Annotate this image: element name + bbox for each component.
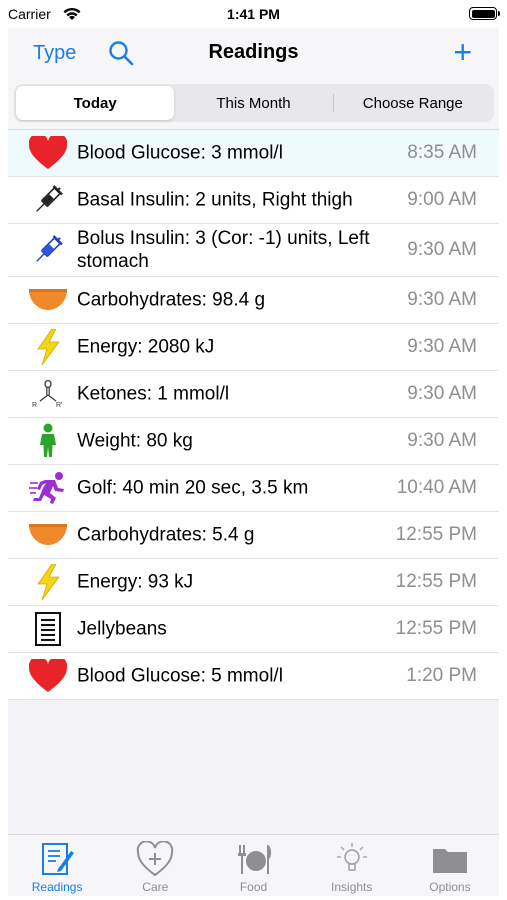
tab-bar: Readings Care Food Insights Options — [8, 834, 499, 896]
status-time: 1:41 PM — [227, 6, 280, 22]
readings-list: Blood Glucose: 3 mmol/l 8:35 AM Basal In… — [8, 130, 499, 700]
reading-label: Blood Glucose: 5 mmol/l — [77, 665, 283, 687]
status-bar: Carrier 1:41 PM — [0, 0, 507, 28]
reading-label: Jellybeans — [77, 618, 167, 640]
reading-time: 12:55 PM — [395, 571, 477, 592]
reading-time: 9:30 AM — [407, 383, 477, 404]
page-title: Readings — [208, 41, 299, 63]
tab-food[interactable]: Food — [204, 835, 302, 896]
heart-icon — [28, 135, 68, 171]
reading-label: Carbohydrates: 98.4 g — [77, 289, 266, 311]
reading-row[interactable]: Golf: 40 min 20 sec, 3.5 km 10:40 AM — [8, 465, 499, 512]
tab-options[interactable]: Options — [401, 835, 499, 896]
reading-row[interactable]: Weight: 80 kg 9:30 AM — [8, 418, 499, 465]
reading-label: Weight: 80 kg — [77, 430, 193, 452]
reading-row[interactable]: Jellybeans 12:55 PM — [8, 606, 499, 653]
heart-icon — [28, 658, 68, 694]
reading-row[interactable]: Blood Glucose: 5 mmol/l 1:20 PM — [8, 653, 499, 700]
ketone-r-prime-label: R' — [56, 402, 62, 409]
reading-label: Blood Glucose: 3 mmol/l — [77, 142, 283, 164]
reading-row[interactable]: Carbohydrates: 98.4 g 9:30 AM — [8, 277, 499, 324]
reading-row[interactable]: Bolus Insulin: 3 (Cor: -1) units, Left s… — [8, 224, 499, 277]
care-icon — [137, 841, 174, 877]
tab-label: Insights — [331, 880, 373, 894]
reading-time: 9:30 AM — [407, 336, 477, 357]
tab-label: Options — [429, 880, 471, 894]
options-folder-icon — [432, 849, 467, 873]
reading-row[interactable]: Blood Glucose: 3 mmol/l 8:35 AM — [8, 130, 499, 177]
date-filter-bar: Today This Month Choose Range — [8, 78, 499, 130]
reading-row[interactable]: Energy: 2080 kJ 9:30 AM — [8, 324, 499, 371]
reading-time: 1:20 PM — [406, 665, 477, 686]
reading-time: 9:30 AM — [407, 289, 477, 310]
person-icon — [28, 423, 68, 459]
bowl-icon — [28, 517, 68, 553]
reading-time: 9:00 AM — [407, 189, 477, 210]
document-icon — [28, 611, 68, 647]
ketone-r-label: R — [32, 402, 37, 409]
tab-label: Food — [239, 880, 268, 894]
date-range-segmented-control: Today This Month Choose Range — [14, 84, 494, 122]
syringe-blue-icon — [28, 232, 68, 268]
navigation-bar: Type Readings + — [8, 28, 499, 78]
reading-time: 10:40 AM — [396, 477, 477, 498]
reading-time: 12:55 PM — [395, 524, 477, 545]
tab-label: Readings — [31, 880, 83, 894]
tab-care[interactable]: Care — [106, 835, 204, 896]
segment-today[interactable]: Today — [16, 86, 175, 120]
reading-time: 9:30 AM — [407, 239, 477, 260]
lightning-icon — [28, 564, 68, 600]
segment-this-month[interactable]: This Month — [174, 86, 332, 120]
battery-icon — [469, 7, 500, 20]
runner-icon — [28, 470, 68, 506]
tab-label: Care — [142, 880, 169, 894]
reading-time: 12:55 PM — [395, 618, 477, 639]
bowl-icon — [28, 282, 68, 318]
reading-label: Energy: 93 kJ — [77, 571, 194, 593]
reading-time: 8:35 AM — [407, 142, 477, 163]
reading-row[interactable]: Energy: 93 kJ 12:55 PM — [8, 559, 499, 606]
segment-choose-range[interactable]: Choose Range — [334, 86, 492, 120]
reading-row[interactable]: Carbohydrates: 5.4 g 12:55 PM — [8, 512, 499, 559]
tab-readings[interactable]: Readings — [8, 835, 106, 896]
reading-label: Basal Insulin: 2 units, Right thigh — [77, 189, 353, 211]
reading-label: Bolus Insulin: 3 (Cor: -1) units, Left s… — [77, 228, 370, 272]
reading-label: Ketones: 1 mmol/l — [77, 383, 230, 405]
readings-icon — [42, 843, 75, 875]
reading-label: Golf: 40 min 20 sec, 3.5 km — [77, 477, 309, 499]
food-icon — [237, 845, 271, 874]
lightning-icon — [28, 329, 68, 365]
reading-label: Energy: 2080 kJ — [77, 336, 215, 358]
reading-label: Carbohydrates: 5.4 g — [77, 524, 255, 546]
ketone-molecule-icon: R R' — [28, 376, 68, 412]
reading-row[interactable]: R R' Ketones: 1 mmol/l 9:30 AM — [8, 371, 499, 418]
syringe-black-icon — [28, 182, 68, 218]
reading-row[interactable]: Basal Insulin: 2 units, Right thigh 9:00… — [8, 177, 499, 224]
reading-time: 9:30 AM — [407, 430, 477, 451]
insights-icon — [336, 843, 367, 871]
tab-insights[interactable]: Insights — [303, 835, 401, 896]
add-button[interactable]: + — [453, 36, 472, 68]
